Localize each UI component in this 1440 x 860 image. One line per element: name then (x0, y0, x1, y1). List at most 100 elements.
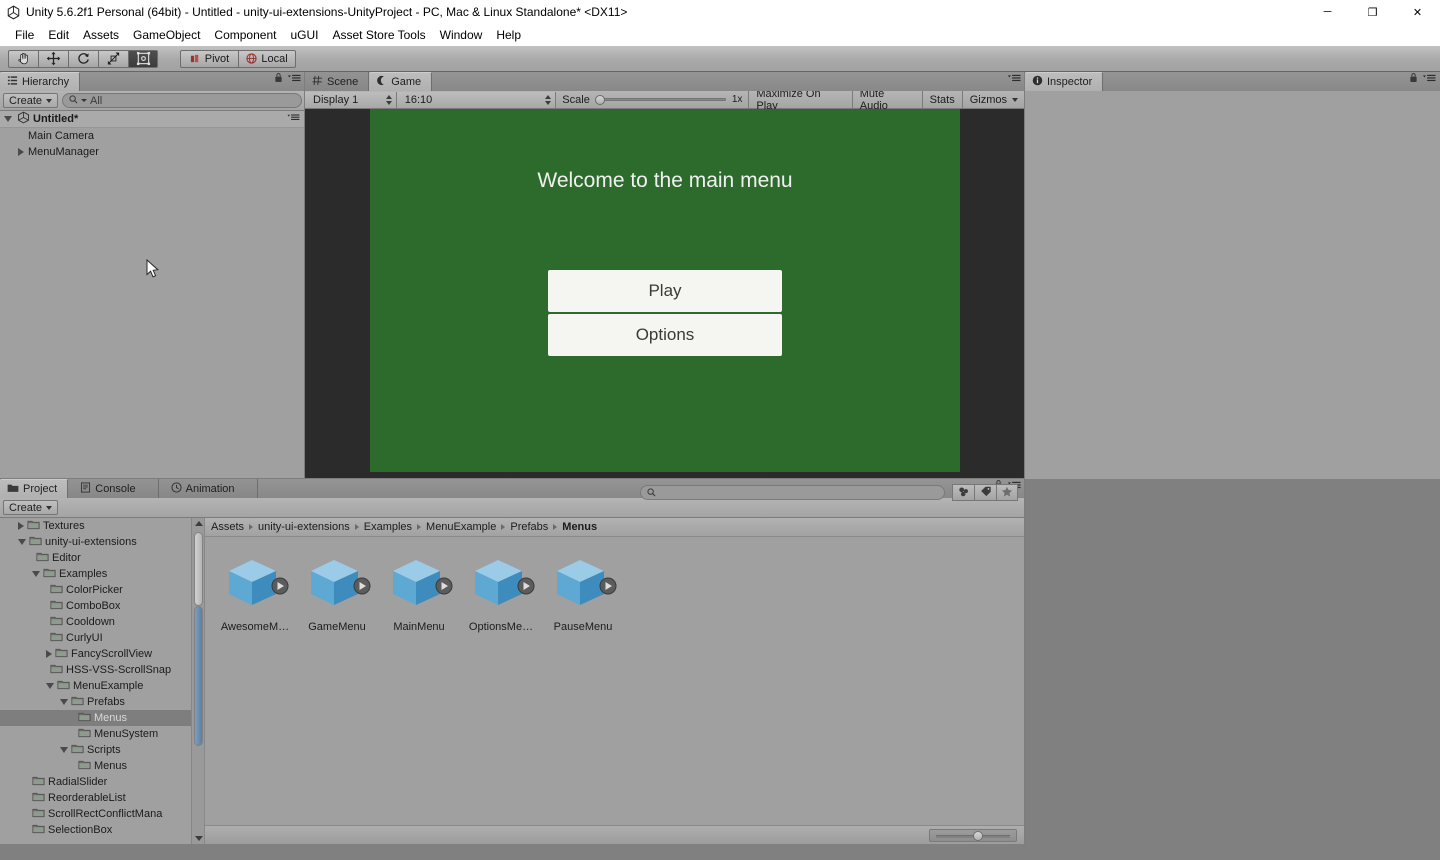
tree-item-hss-vss-scrollsnap[interactable]: HSS-VSS-ScrollSnap (0, 662, 204, 678)
panel-menu-icon[interactable] (1422, 70, 1436, 88)
game-options-button[interactable]: Options (548, 314, 782, 356)
scrollbar-thumb-active[interactable] (194, 606, 203, 746)
expand-arrow-icon[interactable] (4, 116, 12, 122)
tree-item-menus-prefabs[interactable]: Menus (0, 710, 204, 726)
favorite-filter-button[interactable] (996, 484, 1018, 501)
tree-item-curlyui[interactable]: CurlyUI (0, 630, 204, 646)
menu-item-component[interactable]: Component (207, 25, 283, 45)
menu-item-gameobject[interactable]: GameObject (126, 25, 207, 45)
tree-item-reorderablelist[interactable]: ReorderableList (0, 790, 204, 806)
expand-arrow-icon[interactable] (18, 148, 24, 156)
maximize-on-play-button[interactable]: Maximize On Play (748, 88, 851, 112)
tree-item-selectionbox[interactable]: SelectionBox (0, 822, 204, 838)
close-button[interactable]: ✕ (1395, 0, 1440, 24)
move-tool-button[interactable] (38, 49, 68, 68)
tab-inspector[interactable]: Inspector (1025, 72, 1104, 91)
breadcrumb-prefabs[interactable]: Prefabs (510, 521, 548, 533)
asset-item[interactable]: GameMenu (299, 555, 375, 633)
tree-item-textures[interactable]: Textures (0, 518, 204, 534)
stats-button[interactable]: Stats (921, 90, 962, 109)
mute-audio-button[interactable]: Mute Audio (851, 88, 922, 112)
hierarchy-search-input[interactable]: All (62, 93, 302, 108)
expand-arrow-icon[interactable] (46, 683, 54, 689)
menu-item-file[interactable]: File (8, 25, 41, 45)
scrollbar-thumb[interactable] (194, 532, 203, 606)
label-filter-button[interactable] (974, 484, 996, 501)
breadcrumb-unity-ui-extensions[interactable]: unity-ui-extensions (258, 521, 350, 533)
tree-item-combobox[interactable]: ComboBox (0, 598, 204, 614)
display-dropdown[interactable]: Display 1 (305, 91, 397, 108)
asset-item[interactable]: AwesomeM… (217, 555, 293, 633)
scroll-up-arrow-icon[interactable] (195, 521, 203, 526)
tree-item-menus-scripts[interactable]: Menus (0, 758, 204, 774)
expand-arrow-icon[interactable] (32, 571, 40, 577)
pivot-toggle-button[interactable]: Pivot (180, 49, 238, 68)
tab-scene[interactable]: Scene (305, 72, 370, 91)
scene-row-menu-icon[interactable] (287, 113, 300, 125)
breadcrumb-menus[interactable]: Menus (562, 521, 597, 533)
tree-item-prefabs[interactable]: Prefabs (0, 694, 204, 710)
tab-game[interactable]: Game (369, 72, 433, 91)
lock-icon[interactable] (1409, 70, 1418, 88)
tree-item-radialslider[interactable]: RadialSlider (0, 774, 204, 790)
tree-item-editor[interactable]: Editor (0, 550, 204, 566)
menu-item-edit[interactable]: Edit (41, 25, 76, 45)
minimize-button[interactable]: ─ (1305, 0, 1350, 24)
hierarchy-item-main-camera[interactable]: Main Camera (0, 128, 305, 144)
tree-item-unity-ui-extensions[interactable]: unity-ui-extensions (0, 534, 204, 550)
menu-item-assets[interactable]: Assets (76, 25, 126, 45)
tree-item-menuexample[interactable]: MenuExample (0, 678, 204, 694)
project-tree-scrollbar[interactable] (191, 518, 204, 844)
asset-item[interactable]: OptionsMe… (463, 555, 539, 633)
hierarchy-create-button[interactable]: Create (3, 93, 59, 108)
tree-item-fancyscrollview[interactable]: FancyScrollView (0, 646, 204, 662)
scale-tool-button[interactable] (98, 49, 128, 68)
tree-item-colorpicker[interactable]: ColorPicker (0, 582, 204, 598)
menu-item-window[interactable]: Window (433, 25, 490, 45)
asset-item[interactable]: MainMenu (381, 555, 457, 633)
tab-console[interactable]: Console (68, 479, 159, 498)
breadcrumb-examples[interactable]: Examples (364, 521, 412, 533)
rect-tool-button[interactable] (128, 49, 158, 68)
scroll-down-arrow-icon[interactable] (195, 836, 203, 841)
rotate-tool-button[interactable] (68, 49, 98, 68)
tab-animation[interactable]: Animation (158, 479, 258, 498)
local-toggle-button[interactable]: Local (238, 49, 296, 68)
type-filter-button[interactable] (952, 484, 974, 501)
expand-arrow-icon[interactable] (60, 747, 68, 753)
project-search-input[interactable] (640, 485, 945, 500)
maximize-button[interactable]: ❐ (1350, 0, 1395, 24)
aspect-dropdown[interactable]: 16:10 (396, 91, 557, 108)
tree-item-scrollrectconflictmanager[interactable]: ScrollRectConflictMana (0, 806, 204, 822)
asset-item[interactable]: PauseMenu (545, 555, 621, 633)
expand-arrow-icon[interactable] (60, 699, 68, 705)
tab-hierarchy[interactable]: Hierarchy (0, 72, 81, 91)
hierarchy-item-menumanager[interactable]: MenuManager (0, 144, 305, 160)
breadcrumb-assets[interactable]: Assets (211, 521, 244, 533)
project-create-button[interactable]: Create (3, 500, 59, 515)
lock-icon[interactable] (274, 70, 283, 88)
expand-arrow-icon[interactable] (18, 522, 24, 530)
scale-slider[interactable] (594, 95, 726, 105)
panel-menu-icon[interactable] (1007, 70, 1021, 88)
menu-item-help[interactable]: Help (489, 25, 528, 45)
menu-item-asset-store-tools[interactable]: Asset Store Tools (325, 25, 432, 45)
hierarchy-scene-row[interactable]: Untitled* (0, 111, 305, 128)
expand-arrow-icon[interactable] (18, 539, 26, 545)
hand-tool-button[interactable] (8, 49, 38, 68)
game-play-button[interactable]: Play (548, 270, 782, 312)
zoom-slider-knob[interactable] (973, 830, 983, 841)
breadcrumb-menuexample[interactable]: MenuExample (426, 521, 496, 533)
gizmos-button[interactable]: Gizmos (961, 90, 1025, 109)
expand-arrow-icon[interactable] (46, 650, 52, 658)
game-view-render[interactable]: Welcome to the main menu Play Options (305, 109, 1025, 497)
tab-project[interactable]: Project (0, 479, 69, 498)
scale-slider-knob[interactable] (594, 95, 605, 105)
panel-menu-icon[interactable] (287, 70, 301, 88)
tree-item-examples[interactable]: Examples (0, 566, 204, 582)
asset-zoom-slider[interactable] (929, 828, 1017, 842)
tree-item-cooldown[interactable]: Cooldown (0, 614, 204, 630)
tree-item-scripts[interactable]: Scripts (0, 742, 204, 758)
menu-item-ugui[interactable]: uGUI (283, 25, 325, 45)
tree-item-menusystem[interactable]: MenuSystem (0, 726, 204, 742)
